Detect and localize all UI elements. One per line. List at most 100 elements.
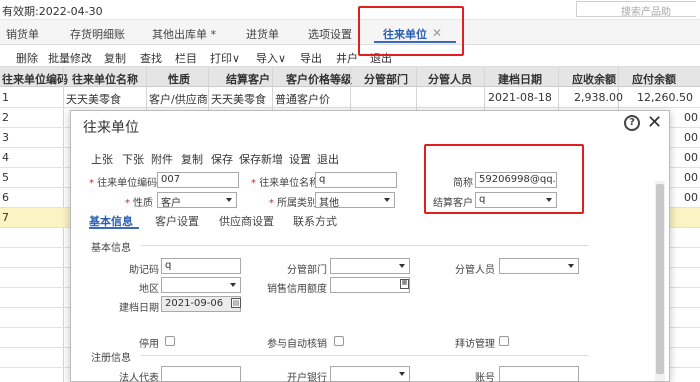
- legal-rep-field[interactable]: [161, 366, 241, 382]
- col-header-date[interactable]: 建档日期: [498, 71, 542, 87]
- cell-payable: 00: [684, 111, 698, 124]
- code-label: * 往来单位编码: [89, 178, 158, 189]
- validity-period: 有效期:2022-04-30: [2, 5, 103, 18]
- prev-record-button[interactable]: 上张: [91, 151, 113, 167]
- cell-payable: 12,260.50: [637, 91, 693, 104]
- cell-receivable: 2,938.00: [574, 91, 623, 104]
- well-account-button[interactable]: 井户: [336, 50, 358, 66]
- disabled-checkbox[interactable]: [165, 336, 175, 346]
- credit-limit-label: 销售信用额度: [267, 284, 327, 295]
- created-date-label: 建档日期: [119, 303, 159, 314]
- columns-button[interactable]: 栏目: [175, 50, 197, 66]
- category-select[interactable]: 其他: [315, 192, 395, 208]
- close-icon[interactable]: ✕: [432, 26, 442, 40]
- bank-label: 开户银行: [287, 373, 327, 382]
- calendar-icon[interactable]: ▤: [231, 298, 241, 308]
- exit-button[interactable]: 退出: [370, 50, 392, 66]
- disabled-label: 停用: [139, 339, 159, 350]
- tab-sales-order[interactable]: 销货单: [6, 26, 39, 42]
- mnemonic-label: 助记码: [129, 265, 159, 276]
- tab-other-outbound[interactable]: 其他出库单 *: [152, 26, 216, 42]
- col-header-type[interactable]: 性质: [168, 71, 190, 87]
- bank-select[interactable]: [330, 366, 410, 382]
- cell-payable: 00: [684, 131, 698, 144]
- exit-dialog-button[interactable]: 退出: [317, 151, 339, 167]
- tab-inventory-ledger[interactable]: 存货明细账: [70, 26, 125, 42]
- cell-code: 2: [2, 111, 9, 124]
- col-header-person[interactable]: 分管人员: [428, 71, 472, 87]
- cell-code: 7: [2, 211, 9, 224]
- help-icon[interactable]: ?: [624, 115, 640, 131]
- credit-limit-field[interactable]: [330, 277, 410, 293]
- region-label: 地区: [139, 284, 159, 295]
- cell-name: 天天美零食: [66, 93, 121, 106]
- col-header-code[interactable]: 往来单位编码: [2, 71, 68, 87]
- main-toolbar: 删除 批量修改 复制 查找 栏目 打印∨ 导入∨ 导出 井户 退出: [0, 45, 700, 67]
- section-basic-info: 基本信息: [91, 243, 131, 254]
- person-select[interactable]: [499, 258, 579, 274]
- copy-button[interactable]: 复制: [104, 50, 126, 66]
- cell-date: 2021-08-18: [488, 91, 552, 104]
- tab-partners[interactable]: 往来单位: [383, 26, 427, 42]
- print-menu-button[interactable]: 打印∨: [210, 50, 240, 66]
- next-record-button[interactable]: 下张: [122, 151, 144, 167]
- dept-select[interactable]: [330, 258, 410, 274]
- account-label: 账号: [475, 373, 495, 382]
- save-button[interactable]: 保存: [211, 151, 233, 167]
- col-header-price-level[interactable]: 客户价格等级: [286, 71, 352, 87]
- cell-code: 5: [2, 171, 9, 184]
- top-bar: 有效期:2022-04-30 搜索产品助: [0, 0, 700, 20]
- short-name-field[interactable]: 59206998@qq.com: [475, 172, 557, 188]
- tab-options[interactable]: 选项设置: [308, 26, 352, 42]
- calculator-icon[interactable]: ▦: [400, 279, 409, 289]
- close-icon[interactable]: ✕: [647, 112, 662, 133]
- auto-verify-checkbox[interactable]: [334, 336, 344, 346]
- global-search-input[interactable]: 搜索产品助: [576, 1, 696, 17]
- type-select[interactable]: 客户: [157, 192, 237, 208]
- table-row[interactable]: 1 天天美零食 客户/供应商 天天美零食 普通客户价 2021-08-18 2,…: [0, 88, 700, 108]
- category-label: * 所属类别: [268, 198, 317, 209]
- subtab-contact[interactable]: 联系方式: [293, 213, 337, 229]
- copy-record-button[interactable]: 复制: [181, 151, 203, 167]
- col-header-settle[interactable]: 结算客户: [226, 71, 270, 87]
- col-header-receivable[interactable]: 应收余额: [572, 71, 616, 87]
- attachment-button[interactable]: 附件: [151, 151, 173, 167]
- save-and-new-button[interactable]: 保存新增: [239, 151, 283, 167]
- delete-button[interactable]: 删除: [16, 50, 38, 66]
- export-button[interactable]: 导出: [300, 50, 322, 66]
- cell-payable: 00: [684, 151, 698, 164]
- mnemonic-field[interactable]: q: [161, 258, 241, 274]
- scroll-thumb[interactable]: [656, 184, 664, 374]
- page-tabs: 销货单 存货明细账 其他出库单 * 进货单 选项设置 往来单位: [0, 20, 700, 45]
- cell-payable: 00: [684, 191, 698, 204]
- find-button[interactable]: 查找: [140, 50, 162, 66]
- cell-code: 6: [2, 191, 9, 204]
- settle-customer-label: 结算客户: [433, 198, 473, 209]
- dept-label: 分管部门: [287, 265, 327, 276]
- active-subtab-indicator: [89, 227, 139, 229]
- name-label: * 往来单位名称: [251, 178, 320, 189]
- created-date-field[interactable]: 2021-09-06: [161, 296, 241, 312]
- settings-button[interactable]: 设置: [289, 151, 311, 167]
- legal-rep-label: 法人代表: [119, 373, 159, 382]
- cell-payable: 00: [684, 171, 698, 184]
- visit-management-label: 拜访管理: [455, 339, 495, 350]
- col-header-dept[interactable]: 分管部门: [364, 71, 408, 87]
- region-select[interactable]: [161, 277, 241, 293]
- subtab-customer-settings[interactable]: 客户设置: [155, 213, 199, 229]
- col-header-name[interactable]: 往来单位名称: [72, 71, 138, 87]
- section-divider: [141, 355, 589, 356]
- subtab-supplier-settings[interactable]: 供应商设置: [219, 213, 274, 229]
- visit-management-checkbox[interactable]: [499, 336, 509, 346]
- cell-settle: 天天美零食: [211, 93, 266, 106]
- name-field[interactable]: q: [315, 172, 397, 188]
- tab-purchase-order[interactable]: 进货单: [246, 26, 279, 42]
- dialog-scrollbar[interactable]: [655, 181, 665, 381]
- code-field[interactable]: 007: [157, 172, 239, 188]
- batch-edit-button[interactable]: 批量修改: [48, 50, 92, 66]
- col-header-payable[interactable]: 应付余额: [632, 71, 676, 87]
- account-field[interactable]: [499, 366, 579, 382]
- cell-type: 客户/供应商: [149, 93, 208, 106]
- settle-customer-select[interactable]: q: [475, 192, 557, 208]
- import-menu-button[interactable]: 导入∨: [256, 50, 286, 66]
